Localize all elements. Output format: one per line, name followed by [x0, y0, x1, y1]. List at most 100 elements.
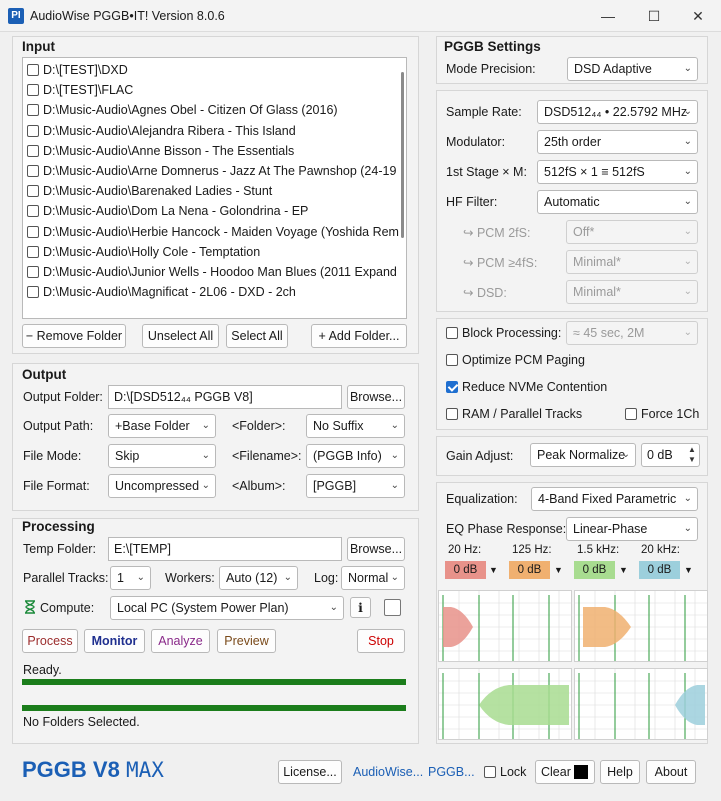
workers-select[interactable]: Auto (12) ⌄	[219, 566, 298, 590]
compute-checkbox[interactable]	[384, 599, 401, 616]
output-folder-field[interactable]: D:\[DSD512₄₄ PGGB V8]	[108, 385, 342, 409]
file-format-select[interactable]: Uncompressed ⌄	[108, 474, 216, 498]
pggb-link[interactable]: PGGB...	[428, 765, 475, 779]
pcm-4fs-select[interactable]: Minimal* ⌄	[566, 250, 698, 274]
force-1ch-option[interactable]: Force 1Ch	[625, 407, 699, 421]
folder-checkbox[interactable]	[27, 64, 39, 76]
help-button[interactable]: Help	[600, 760, 640, 784]
force-1ch-checkbox[interactable]	[625, 408, 637, 420]
folder-list-item[interactable]: D:\Music-Audio\Anne Bisson - The Essenti…	[27, 141, 399, 161]
folder-list-item[interactable]: D:\Music-Audio\Alejandra Ribera - This I…	[27, 121, 399, 141]
chevron-down-icon: ⌄	[683, 226, 692, 237]
temp-browse-button[interactable]: Browse...	[347, 537, 405, 561]
band-1-dropdown-icon[interactable]: ▼	[489, 561, 501, 579]
folder-suffix-select[interactable]: No Suffix ⌄	[306, 414, 405, 438]
dsd-select[interactable]: Minimal* ⌄	[566, 280, 698, 304]
license-button[interactable]: License...	[278, 760, 342, 784]
stop-button[interactable]: Stop	[357, 629, 405, 653]
band-3-gain[interactable]: 0 dB	[574, 561, 615, 579]
unselect-all-button[interactable]: Unselect All	[142, 324, 219, 348]
gain-adjust-select[interactable]: Peak Normalize ⌄	[530, 443, 636, 467]
folder-checkbox[interactable]	[27, 185, 39, 198]
parallel-tracks-select[interactable]: 1 ⌄	[110, 566, 151, 590]
folder-list-item[interactable]: D:\Music-Audio\Barenaked Ladies - Stunt	[27, 181, 399, 201]
band-2-gain[interactable]: 0 dB	[509, 561, 550, 579]
block-processing-checkbox[interactable]	[446, 327, 458, 339]
maximize-button[interactable]: ☐	[631, 0, 677, 32]
mode-precision-select[interactable]: DSD Adaptive ⌄	[567, 57, 698, 81]
hf-filter-select[interactable]: Automatic ⌄	[537, 190, 698, 214]
reduce-nvme-option[interactable]: Reduce NVMe Contention	[446, 380, 607, 394]
analyze-button[interactable]: Analyze	[151, 629, 210, 653]
folder-list-item[interactable]: D:\Music-Audio\Arne Domnerus - Jazz At T…	[27, 161, 399, 181]
folder-list[interactable]: D:\[TEST]\DXD D:\[TEST]\FLAC D:\Music-Audi…	[22, 57, 407, 319]
file-mode-select[interactable]: Skip ⌄	[108, 444, 216, 468]
ram-parallel-label: RAM / Parallel Tracks	[462, 407, 583, 421]
folder-list-item[interactable]: D:\Music-Audio\Herbie Hancock - Maiden V…	[27, 222, 399, 242]
output-path-value: +Base Folder	[115, 419, 190, 433]
audiowise-link[interactable]: AudioWise...	[353, 765, 423, 779]
close-button[interactable]: ✕	[675, 0, 721, 32]
optimize-pcm-option[interactable]: Optimize PCM Paging	[446, 353, 585, 367]
folder-list-item[interactable]: D:\Music-Audio\Magnificat - 2L06 - DXD -…	[27, 282, 399, 302]
band-4-dropdown-icon[interactable]: ▼	[684, 561, 696, 579]
folder-checkbox[interactable]	[27, 286, 39, 299]
brand-suffix: MAX	[125, 758, 164, 782]
band-4-gain[interactable]: 0 dB	[639, 561, 680, 579]
modulator-select[interactable]: 25th order ⌄	[537, 130, 698, 154]
first-stage-select[interactable]: 512fS × 1 ≡ 512fS ⌄	[537, 160, 698, 184]
folder-list-item[interactable]: D:\Music-Audio\Holly Cole - Temptation	[27, 242, 399, 262]
select-all-button[interactable]: Select All	[226, 324, 288, 348]
add-folder-button[interactable]: + Add Folder...	[311, 324, 407, 348]
folder-list-item[interactable]: D:\[TEST]\DXD	[27, 60, 399, 80]
band-2-dropdown-icon[interactable]: ▼	[554, 561, 566, 579]
folder-checkbox[interactable]	[27, 144, 39, 157]
remove-folder-button[interactable]: − Remove Folder	[22, 324, 126, 348]
equalization-select[interactable]: 4-Band Fixed Parametric ⌄	[531, 487, 698, 511]
lock-option[interactable]: Lock	[484, 765, 526, 779]
minimize-button[interactable]: —	[585, 0, 631, 32]
folder-checkbox[interactable]	[27, 205, 39, 218]
reduce-nvme-checkbox[interactable]	[446, 381, 458, 393]
ram-parallel-checkbox[interactable]	[446, 408, 458, 420]
output-browse-button[interactable]: Browse...	[347, 385, 405, 409]
band-3-dropdown-icon[interactable]: ▼	[619, 561, 631, 579]
folder-checkbox[interactable]	[27, 165, 39, 177]
folder-list-item[interactable]: D:\Music-Audio\Dom La Nena - Golondrina …	[27, 201, 399, 221]
modulator-value: 25th order	[544, 135, 601, 149]
folder-checkbox[interactable]	[27, 225, 39, 238]
folder-list-item[interactable]: D:\Music-Audio\Agnes Obel - Citizen Of G…	[27, 100, 399, 120]
block-processing-select[interactable]: ≈ 45 sec, 2M ⌄	[566, 321, 698, 345]
clear-button[interactable]: Clear	[535, 760, 595, 784]
log-select[interactable]: Normal ⌄	[341, 566, 405, 590]
preview-button[interactable]: Preview	[217, 629, 276, 653]
compute-select[interactable]: Local PC (System Power Plan) ⌄	[110, 596, 344, 620]
temp-folder-field[interactable]: E:\[TEMP]	[108, 537, 342, 561]
block-processing-option[interactable]: Block Processing:	[446, 326, 561, 340]
folder-path: D:\Music-Audio\Arne Domnerus - Jazz At T…	[43, 164, 397, 178]
lock-checkbox[interactable]	[484, 766, 496, 778]
ram-parallel-option[interactable]: RAM / Parallel Tracks	[446, 407, 582, 421]
folder-list-scrollbar[interactable]	[401, 72, 404, 238]
process-button[interactable]: Process	[22, 629, 78, 653]
gain-spinner-icon[interactable]: ▲ ▼	[686, 445, 698, 465]
output-path-select[interactable]: +Base Folder ⌄	[108, 414, 216, 438]
monitor-button[interactable]: Monitor	[84, 629, 145, 653]
pcm-2fs-select[interactable]: Off* ⌄	[566, 220, 698, 244]
folder-list-item[interactable]: D:\[TEST]\FLAC	[27, 80, 399, 100]
filename-select[interactable]: (PGGB Info) ⌄	[306, 444, 405, 468]
sample-rate-select[interactable]: DSD512₄₄ • 22.5792 MHz ⌄	[537, 100, 698, 124]
folder-checkbox[interactable]	[27, 266, 39, 278]
equalization-value: 4-Band Fixed Parametric	[538, 492, 677, 506]
about-button[interactable]: About	[646, 760, 696, 784]
eq-phase-select[interactable]: Linear-Phase ⌄	[566, 517, 698, 541]
folder-checkbox[interactable]	[27, 245, 39, 258]
album-select[interactable]: [PGGB] ⌄	[306, 474, 405, 498]
optimize-pcm-checkbox[interactable]	[446, 354, 458, 366]
folder-checkbox[interactable]	[27, 104, 39, 117]
folder-checkbox[interactable]	[27, 124, 39, 137]
folder-list-item[interactable]: D:\Music-Audio\Junior Wells - Hoodoo Man…	[27, 262, 399, 282]
band-1-gain[interactable]: 0 dB	[445, 561, 486, 579]
info-button[interactable]: i	[350, 597, 371, 618]
folder-checkbox[interactable]	[27, 84, 39, 97]
